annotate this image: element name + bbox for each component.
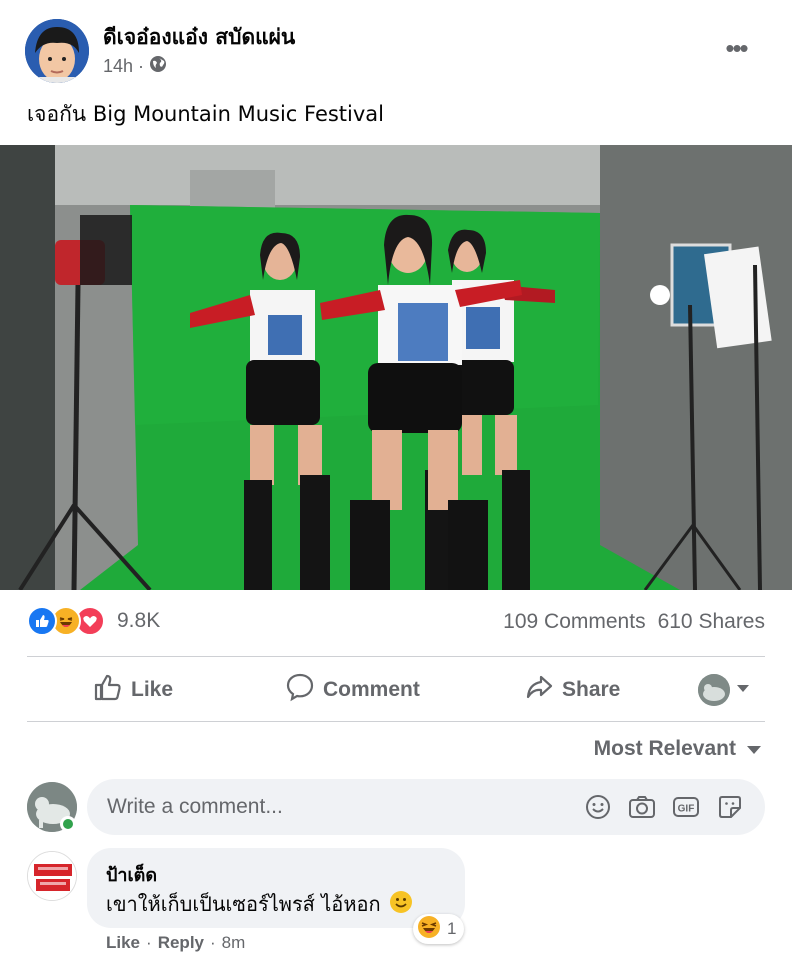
smile-emoji-icon [389, 890, 413, 919]
profile-avatar-small [698, 674, 730, 706]
divider-top [27, 656, 765, 657]
post-time[interactable]: 14h [103, 56, 133, 77]
post-card: ดีเจอ๋องแอ๋ง สบัดแผ่น 14h · ••• เจอกัน B… [0, 0, 792, 962]
comment-text-row: เขาให้เก็บเป็นเซอร์ไพรส์ ไอ้หอก [106, 888, 413, 920]
like-label: Like [131, 678, 174, 701]
comment-text: เขาให้เก็บเป็นเซอร์ไพรส์ ไอ้หอก [106, 892, 381, 916]
comment-separator: · [210, 933, 216, 952]
comment-input[interactable] [107, 779, 567, 835]
comment-composer[interactable]: GIF [87, 779, 765, 835]
caret-down-icon [736, 681, 750, 699]
caret-down-icon [746, 737, 762, 761]
like-button[interactable]: Like [93, 668, 173, 712]
post-meta: 14h · [103, 55, 167, 78]
shares-count[interactable]: 610 Shares [658, 610, 765, 634]
author-name[interactable]: ดีเจอ๋องแอ๋ง สบัดแผ่น [103, 21, 295, 54]
comment-bubble: ป้าเต็ด เขาให้เก็บเป็นเซอร์ไพรส์ ไอ้หอก [87, 848, 465, 928]
comments-count[interactable]: 109 Comments [503, 610, 645, 634]
comment-sort-dropdown[interactable]: Most Relevant [594, 737, 762, 761]
comment-actions: Like · Reply · 8m [106, 933, 245, 953]
online-status-dot [60, 816, 76, 832]
comment-label: Comment [323, 678, 420, 701]
like-icon [27, 606, 57, 636]
comment-time[interactable]: 8m [222, 933, 246, 953]
comment-separator: · [146, 933, 152, 952]
comment-icon [285, 672, 315, 708]
svg-text:GIF: GIF [678, 804, 695, 815]
globe-icon [149, 55, 167, 78]
meta-separator: · [138, 56, 145, 76]
author-avatar[interactable] [25, 19, 89, 83]
comment-button[interactable]: Comment [285, 668, 420, 712]
gif-icon[interactable]: GIF [672, 793, 700, 821]
divider-bottom [27, 721, 765, 722]
sort-label: Most Relevant [593, 737, 736, 760]
reaction-count[interactable]: 9.8K [117, 609, 160, 633]
reaction-summary[interactable]: 9.8K [27, 606, 160, 636]
emoji-icon[interactable] [584, 793, 612, 821]
camera-icon[interactable] [628, 793, 656, 821]
post-text: เจอกัน Big Mountain Music Festival [27, 102, 385, 126]
commenter-name[interactable]: ป้าเต็ด [106, 860, 157, 889]
share-label: Share [562, 678, 621, 701]
thumbs-up-icon [93, 672, 123, 708]
audience-selector[interactable] [698, 674, 750, 706]
more-options-button[interactable]: ••• [716, 30, 756, 66]
sticker-icon[interactable] [716, 793, 744, 821]
share-arrow-icon [524, 672, 554, 708]
share-button[interactable]: Share [524, 668, 620, 712]
ellipsis-icon: ••• [725, 32, 748, 63]
comment-reaction-badge[interactable]: 1 [413, 914, 465, 944]
haha-icon [417, 915, 441, 944]
comment-reply-link[interactable]: Reply [158, 933, 204, 953]
comment-like-link[interactable]: Like [106, 933, 140, 953]
post-stats: 109 Comments 610 Shares [503, 610, 765, 634]
comment-reaction-count: 1 [447, 919, 457, 938]
commenter-avatar[interactable] [27, 851, 77, 901]
post-photo[interactable] [0, 145, 792, 590]
